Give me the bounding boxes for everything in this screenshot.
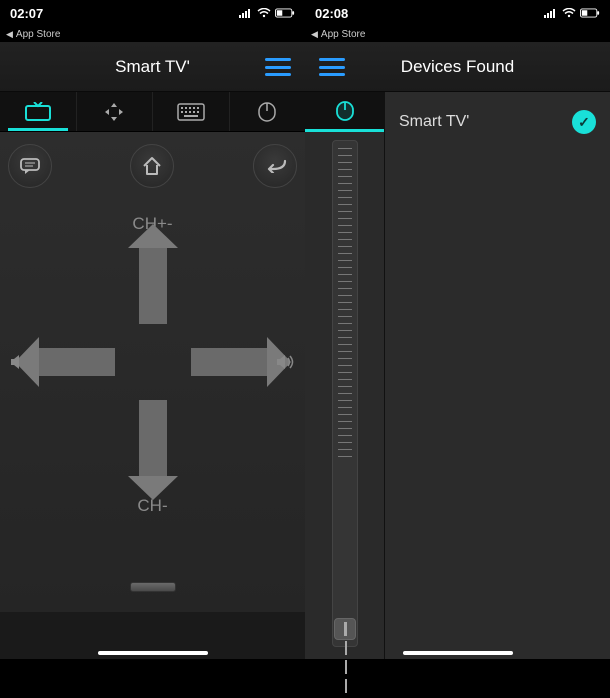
wifi-icon (562, 8, 576, 18)
home-indicator[interactable] (403, 651, 513, 655)
menu-button[interactable] (265, 58, 291, 76)
remote-area: CH+- CH- (0, 132, 305, 612)
device-list: Smart TV' ✓ (385, 92, 610, 659)
scroll-slider[interactable] (332, 140, 358, 647)
volume-down-icon[interactable] (9, 353, 27, 371)
status-time: 02:07 (10, 6, 43, 21)
tab-keyboard[interactable] (153, 92, 230, 131)
mouse-column (305, 92, 385, 659)
menu-button[interactable] (319, 58, 345, 76)
device-name: Smart TV' (399, 113, 469, 131)
wifi-icon (257, 8, 271, 18)
volume-up-icon[interactable] (275, 353, 297, 371)
battery-icon (275, 8, 295, 18)
back-button[interactable] (253, 144, 297, 188)
back-to-appstore[interactable]: ◀App Store (0, 26, 305, 42)
arrow-down[interactable] (139, 400, 167, 480)
drag-handle[interactable] (130, 582, 176, 592)
check-icon: ✓ (572, 110, 596, 134)
device-row[interactable]: Smart TV' ✓ (399, 104, 596, 140)
back-to-appstore[interactable]: ◀App Store (305, 26, 610, 42)
channel-down-label: CH- (137, 496, 167, 516)
status-bar: 02:07 (0, 0, 305, 26)
tab-tv[interactable] (0, 92, 77, 131)
tab-mouse-active[interactable] (305, 92, 384, 132)
cellular-icon (544, 6, 558, 21)
slider-knob[interactable] (334, 618, 356, 640)
arrow-up[interactable] (139, 244, 167, 324)
arrow-right[interactable] (191, 348, 271, 376)
app-header: Smart TV' (0, 42, 305, 92)
battery-icon (580, 8, 600, 18)
subtitles-button[interactable] (8, 144, 52, 188)
arrow-left[interactable] (35, 348, 115, 376)
phone-left-screen: 02:07 ◀App Store Smart TV' (0, 0, 305, 659)
dpad: CH+- CH- (13, 222, 293, 502)
status-time: 02:08 (315, 6, 348, 21)
phone-right-screen: 02:08 ◀App Store Devices Found (305, 0, 610, 659)
header-title: Smart TV' (115, 57, 190, 77)
tab-bar (0, 92, 305, 132)
home-button[interactable] (130, 144, 174, 188)
cellular-icon (239, 6, 253, 21)
app-header: Devices Found (305, 42, 610, 92)
home-indicator[interactable] (98, 651, 208, 655)
status-bar: 02:08 (305, 0, 610, 26)
tab-mouse[interactable] (230, 92, 306, 131)
header-title: Devices Found (401, 57, 514, 77)
tab-dpad[interactable] (77, 92, 154, 131)
